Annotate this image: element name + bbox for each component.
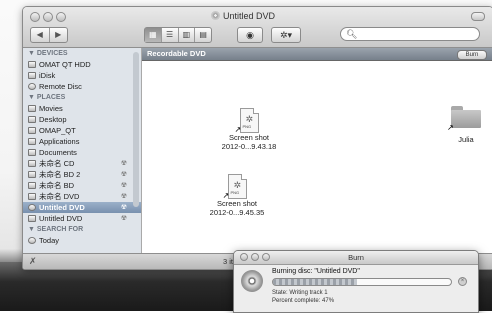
icon-view-button[interactable]: ▦ [145, 28, 161, 42]
window-titlebar[interactable]: Untitled DVD ◀ ▶ ▦ ☰ ▥ ▤ ◉ ✲▾ 🔍︎ [23, 7, 492, 48]
file-name-detail: 2012-0...9.45.35 [209, 208, 265, 217]
file-name: Screen shot [216, 199, 258, 208]
burn-icon[interactable]: ☢ [121, 180, 127, 191]
burn-folder-icon: ✗ [29, 256, 37, 266]
clock-icon [28, 237, 36, 244]
nav-buttons: ◀ ▶ [30, 27, 68, 43]
hard-drive-icon [28, 61, 36, 68]
burn-icon[interactable]: ☢ [121, 158, 127, 169]
remote-disc-icon [28, 83, 36, 90]
sidebar-item-applications[interactable]: Applications [23, 136, 141, 147]
folder-name: Julia [458, 135, 474, 144]
burn-icon[interactable]: ☢ [121, 202, 127, 213]
sidebar-item-movies[interactable]: Movies [23, 103, 141, 114]
back-button[interactable]: ◀ [31, 28, 49, 42]
disc-image-icon [28, 215, 36, 222]
minimize-button[interactable] [43, 12, 53, 22]
sidebar-item-omat-qt-hdd[interactable]: OMAT QT HDD [23, 59, 141, 70]
disc-header-bar: Recordable DVD Burn [142, 48, 492, 61]
burn-progress-fill [273, 279, 357, 285]
window-title: Untitled DVD [223, 11, 276, 21]
disc-image-icon [28, 171, 36, 178]
file-item[interactable]: ✲ PNG ↗ Screen shot 2012-0...9.43.18 [214, 108, 284, 151]
burn-button[interactable]: Burn [457, 50, 487, 60]
sidebar-item-desktop[interactable]: Desktop [23, 114, 141, 125]
sidebar-item-today[interactable]: Today [23, 235, 141, 246]
burn-icon[interactable]: ☢ [121, 213, 127, 224]
quick-look-button[interactable]: ◉ [237, 27, 263, 43]
home-icon [28, 127, 36, 134]
disc-image-icon [28, 182, 36, 189]
burn-state: State: Writing track 1 [272, 290, 328, 296]
dvd-icon [28, 204, 36, 211]
close-button[interactable] [30, 12, 40, 22]
png-file-icon: ✲ PNG ↗ [223, 174, 247, 200]
column-view-button[interactable]: ▥ [177, 28, 195, 42]
sidebar-header-devices[interactable]: ▼ DEVICES [23, 48, 141, 59]
alias-arrow-icon: ↗ [234, 125, 242, 134]
file-name: Screen shot [228, 133, 270, 142]
forward-button[interactable]: ▶ [48, 28, 68, 42]
desktop-folder-icon [28, 116, 36, 123]
file-name-detail: 2012-0...9.43.18 [221, 142, 277, 151]
sidebar: ▼ DEVICES OMAT QT HDD iDisk Remote Disc … [23, 48, 142, 254]
idisk-icon [28, 72, 36, 79]
burn-percent: Percent complete: 47% [272, 298, 335, 304]
disc-image-icon [28, 193, 36, 200]
burn-dialog: Burn Burning disc: "Untitled DVD" × Stat… [233, 250, 479, 313]
finder-window: Untitled DVD ◀ ▶ ▦ ☰ ▥ ▤ ◉ ✲▾ 🔍︎ ▼ DEVIC… [22, 6, 492, 270]
burn-icon[interactable]: ☢ [121, 169, 127, 180]
sidebar-item-documents[interactable]: Documents [23, 147, 141, 158]
sidebar-item-bd-2[interactable]: 未命名 BD 2 ☢ [23, 169, 141, 180]
burn-icon[interactable]: ☢ [121, 191, 127, 202]
sidebar-item-untitled-dvd[interactable]: Untitled DVD ☢ [23, 213, 141, 224]
applications-icon [28, 138, 36, 145]
disc-image-icon [28, 160, 36, 167]
coverflow-view-button[interactable]: ▤ [194, 28, 211, 42]
action-menu-button[interactable]: ✲▾ [271, 27, 301, 43]
list-view-button[interactable]: ☰ [160, 28, 178, 42]
folder-icon: ↗ [447, 106, 481, 132]
file-item[interactable]: ✲ PNG ↗ Screen shot 2012-0...9.45.35 [202, 174, 272, 217]
disc-type-label: Recordable DVD [147, 49, 206, 58]
zoom-button[interactable] [56, 12, 66, 22]
documents-icon [28, 149, 36, 156]
folder-item[interactable]: ↗ Julia [446, 106, 486, 144]
sidebar-scrollbar[interactable] [133, 52, 139, 207]
file-browser-pane: Recordable DVD Burn ✲ PNG ↗ Screen shot … [142, 48, 492, 254]
stop-burn-button[interactable]: × [458, 277, 467, 286]
sidebar-item-bd[interactable]: 未命名 BD ☢ [23, 180, 141, 191]
view-mode-buttons: ▦ ☰ ▥ ▤ [144, 27, 212, 43]
sidebar-item-remote-disc[interactable]: Remote Disc [23, 81, 141, 92]
sidebar-item-idisk[interactable]: iDisk [23, 70, 141, 81]
sidebar-header-search-for[interactable]: ▼ SEARCH FOR [23, 224, 141, 235]
toolbar-toggle-button[interactable] [471, 12, 485, 21]
alias-arrow-icon: ↗ [222, 191, 230, 200]
sidebar-header-places[interactable]: ▼ PLACES [23, 92, 141, 103]
search-icon: 🔍︎ [346, 29, 358, 39]
movies-folder-icon [28, 105, 36, 112]
sidebar-item-cd[interactable]: 未命名 CD ☢ [23, 158, 141, 169]
sidebar-item-dvd[interactable]: 未命名 DVD ☢ [23, 191, 141, 202]
sidebar-item-omap-qt[interactable]: OMAP_QT [23, 125, 141, 136]
disc-icon [241, 270, 263, 292]
dvd-icon [211, 11, 220, 20]
burn-dialog-title: Burn [348, 253, 364, 262]
burn-progress-bar [272, 278, 452, 286]
alias-arrow-icon: ↗ [447, 123, 454, 132]
search-field[interactable]: 🔍︎ [340, 27, 480, 41]
png-file-icon: ✲ PNG ↗ [235, 108, 259, 134]
sidebar-item-untitled-dvd-selected[interactable]: Untitled DVD ☢ [23, 202, 141, 213]
burn-dialog-titlebar[interactable]: Burn [234, 251, 478, 265]
burn-message: Burning disc: "Untitled DVD" [272, 268, 360, 275]
